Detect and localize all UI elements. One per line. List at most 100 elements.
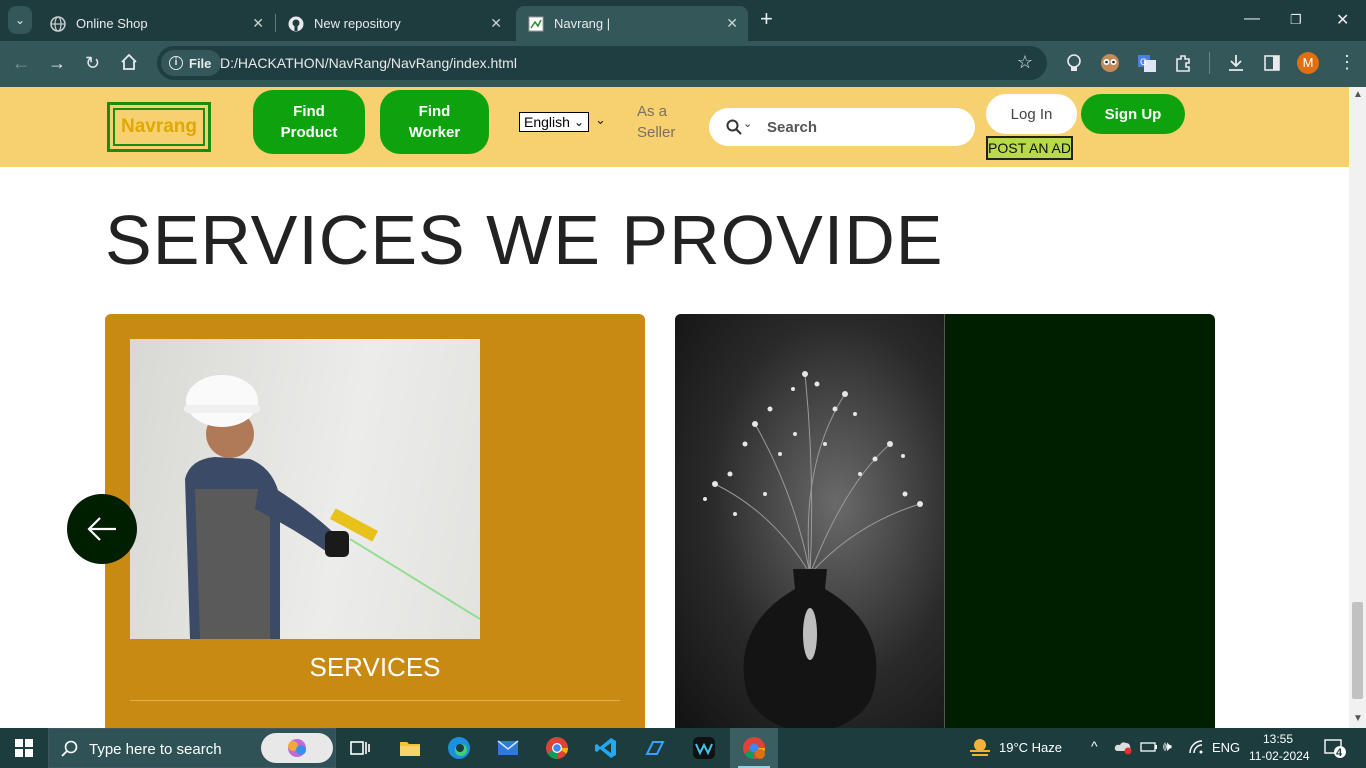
carousel-prev-button[interactable] bbox=[67, 494, 137, 564]
file-explorer-icon[interactable] bbox=[398, 736, 422, 760]
tray-expand-chevron-icon[interactable]: ^ bbox=[1091, 738, 1098, 754]
taskbar-search-placeholder: Type here to search bbox=[89, 741, 222, 758]
app-icon[interactable] bbox=[643, 736, 667, 760]
tab-search-button[interactable]: ⌄ bbox=[8, 6, 32, 34]
tab-title: New repository bbox=[314, 16, 401, 31]
battery-icon[interactable] bbox=[1140, 739, 1158, 758]
toolbar-divider bbox=[1209, 52, 1210, 74]
chrome-profile-icon bbox=[742, 736, 766, 760]
close-tab-icon[interactable]: ✕ bbox=[490, 15, 502, 32]
as-a-seller-link[interactable]: As a Seller bbox=[637, 101, 675, 143]
close-tab-icon[interactable]: ✕ bbox=[252, 15, 264, 32]
info-icon: i bbox=[169, 56, 183, 70]
card-divider bbox=[130, 700, 620, 701]
tab-title: Online Shop bbox=[76, 16, 148, 31]
arrow-left-icon bbox=[87, 517, 116, 541]
lightbulb-extension-icon[interactable] bbox=[1064, 53, 1084, 73]
search-input[interactable]: Search bbox=[767, 119, 817, 136]
mail-icon[interactable] bbox=[496, 736, 520, 760]
extensions-puzzle-icon[interactable] bbox=[1173, 53, 1193, 73]
section-title: SERVICES WE PROVIDE bbox=[105, 201, 944, 279]
logo-text: Navrang bbox=[113, 108, 205, 146]
vscode-icon[interactable] bbox=[594, 736, 618, 760]
url-text: D:/HACKATHON/NavRang/NavRang/index.html bbox=[220, 55, 517, 71]
login-button[interactable]: Log In bbox=[986, 94, 1077, 134]
bookmark-star-icon[interactable]: ☆ bbox=[1017, 52, 1033, 73]
windows-taskbar: Type here to search 19°C Haze ^ 🕪 ENG 13… bbox=[0, 728, 1366, 768]
vase-card[interactable] bbox=[675, 314, 1215, 734]
card-label: SERVICES bbox=[309, 652, 441, 682]
back-icon[interactable]: ← bbox=[12, 53, 30, 73]
reload-icon[interactable]: ↻ bbox=[85, 53, 100, 73]
navrang-logo[interactable]: Navrang bbox=[107, 102, 211, 152]
clock-time[interactable]: 13:55 bbox=[1263, 732, 1293, 746]
service-card[interactable]: SERVICES bbox=[105, 314, 645, 734]
signup-button[interactable]: Sign Up bbox=[1081, 94, 1185, 134]
edge-icon[interactable] bbox=[447, 736, 471, 760]
page-scrollbar[interactable]: ▲ ▼ bbox=[1349, 87, 1366, 728]
new-tab-plus-icon[interactable]: + bbox=[760, 8, 773, 30]
select-chevron-icon: ⌄ bbox=[573, 115, 584, 129]
notification-count: 4 bbox=[1336, 747, 1343, 759]
webex-icon[interactable] bbox=[692, 736, 716, 760]
search-icon bbox=[61, 740, 78, 762]
site-header: Navrang Find Product Find Worker English ⌄… bbox=[0, 87, 1349, 167]
tab-navrang[interactable]: Navrang | ✕ bbox=[516, 6, 748, 41]
tab-new-repository[interactable]: New repository ✕ bbox=[276, 6, 512, 41]
find-worker-button[interactable]: Find Worker bbox=[380, 90, 489, 154]
language-selected: English bbox=[524, 114, 570, 130]
side-panel-icon[interactable] bbox=[1262, 53, 1282, 73]
owl-extension-icon[interactable] bbox=[1100, 53, 1120, 73]
address-bar[interactable]: i File D:/HACKATHON/NavRang/NavRang/inde… bbox=[157, 46, 1047, 80]
post-ad-button[interactable]: POST AN AD bbox=[986, 136, 1073, 160]
find-product-button[interactable]: Find Product bbox=[253, 90, 365, 154]
weather-text[interactable]: 19°C Haze bbox=[999, 740, 1062, 755]
wifi-icon[interactable] bbox=[1188, 739, 1206, 758]
browser-tab-strip: ⌄ Online Shop ✕ New repository ✕ Navrang… bbox=[0, 0, 1366, 41]
search-icon[interactable] bbox=[726, 119, 742, 140]
find-product-line1: Find bbox=[293, 103, 325, 120]
find-worker-line1: Find bbox=[418, 103, 451, 120]
seller-line1: As a bbox=[637, 103, 668, 120]
file-chip-label: File bbox=[189, 55, 212, 71]
clock-date[interactable]: 11-02-2024 bbox=[1249, 749, 1310, 763]
globe-icon bbox=[50, 15, 66, 32]
notifications-icon[interactable] bbox=[1324, 738, 1346, 761]
close-window-icon[interactable]: ✕ bbox=[1336, 10, 1349, 30]
scrollbar-thumb[interactable] bbox=[1352, 602, 1363, 699]
weather-haze-icon bbox=[968, 736, 992, 760]
minimize-icon[interactable]: — bbox=[1244, 10, 1260, 28]
download-icon[interactable] bbox=[1226, 53, 1246, 73]
page-favicon-icon bbox=[528, 16, 544, 32]
input-language[interactable]: ENG bbox=[1212, 740, 1240, 755]
chrome-taskbar-active[interactable] bbox=[730, 728, 778, 768]
search-bar[interactable]: ⌄ Search bbox=[709, 108, 975, 146]
forward-icon[interactable]: → bbox=[48, 53, 66, 73]
menu-kebab-icon[interactable]: ⋮ bbox=[1338, 52, 1356, 72]
site-info-chip[interactable]: i File bbox=[161, 50, 222, 76]
home-icon[interactable] bbox=[120, 53, 138, 75]
find-worker-line2: Worker bbox=[408, 124, 461, 141]
vase-photo bbox=[675, 314, 945, 734]
tab-online-shop[interactable]: Online Shop ✕ bbox=[38, 6, 274, 41]
taskbar-search-box[interactable]: Type here to search bbox=[48, 728, 336, 768]
tray-cloud-icon[interactable] bbox=[1114, 739, 1132, 758]
tab-title: Navrang | bbox=[554, 16, 611, 31]
profile-avatar[interactable]: M bbox=[1297, 52, 1319, 74]
scroll-up-icon[interactable]: ▲ bbox=[1353, 89, 1363, 100]
chevron-down-icon[interactable]: ⌄ bbox=[595, 112, 606, 128]
search-dropdown-chevron-icon[interactable]: ⌄ bbox=[743, 117, 752, 130]
translate-extension-icon[interactable]: G bbox=[1137, 53, 1157, 73]
copilot-icon[interactable] bbox=[261, 733, 333, 763]
volume-icon[interactable]: 🕪 bbox=[1163, 738, 1172, 755]
task-view-icon[interactable] bbox=[348, 736, 372, 760]
find-product-line2: Product bbox=[280, 124, 338, 141]
windows-start-icon[interactable] bbox=[15, 739, 33, 762]
seller-line2: Seller bbox=[637, 124, 676, 141]
restore-icon[interactable]: ❐ bbox=[1290, 12, 1302, 28]
close-tab-icon[interactable]: ✕ bbox=[726, 15, 738, 32]
svg-text:G: G bbox=[1140, 57, 1147, 67]
scroll-down-icon[interactable]: ▼ bbox=[1353, 713, 1363, 724]
language-select[interactable]: English ⌄ bbox=[519, 112, 589, 132]
chrome-icon[interactable] bbox=[545, 736, 569, 760]
